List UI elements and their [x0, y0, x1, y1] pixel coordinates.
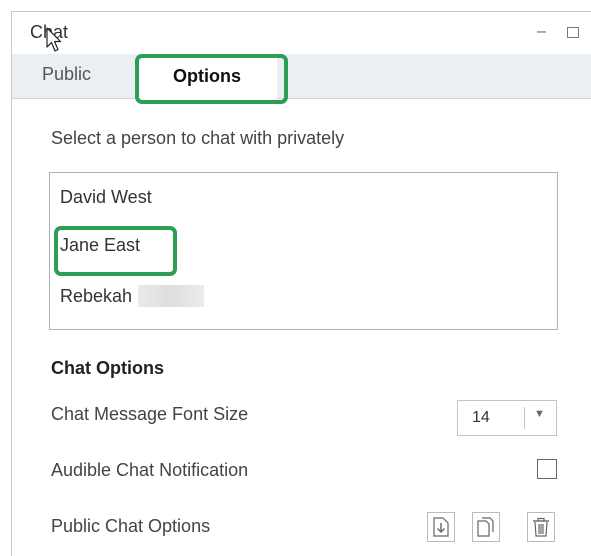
- font-size-label: Chat Message Font Size: [51, 404, 249, 424]
- chat-panel: Chat – Public Options Select a person to…: [11, 11, 591, 556]
- trash-icon: [533, 517, 549, 537]
- people-list[interactable]: David West Jane East Rebekah: [49, 172, 558, 330]
- tab-public[interactable]: Public: [42, 54, 91, 98]
- delete-chat-button[interactable]: [527, 512, 555, 542]
- person-name: Rebekah: [60, 286, 133, 306]
- maximize-icon[interactable]: [567, 27, 579, 38]
- list-item-jane-east[interactable]: Jane East: [60, 235, 140, 256]
- select-divider: [524, 407, 525, 429]
- chat-options-heading: Chat Options: [51, 358, 164, 378]
- mouse-cursor-icon: [46, 27, 62, 52]
- save-icon: [433, 517, 449, 537]
- copy-chat-button[interactable]: [472, 512, 500, 542]
- private-chat-prompt: Select a person to chat with privately: [51, 128, 345, 148]
- list-item-rebekah[interactable]: Rebekah: [60, 285, 205, 307]
- save-chat-button[interactable]: [427, 512, 455, 542]
- minimize-icon[interactable]: –: [537, 24, 546, 40]
- tab-options[interactable]: Options: [137, 56, 277, 100]
- audible-notification-label: Audible Chat Notification: [51, 460, 249, 480]
- list-item-david-west[interactable]: David West: [60, 187, 152, 208]
- copy-icon: [477, 517, 494, 537]
- chevron-down-icon[interactable]: ▼: [534, 408, 545, 420]
- public-chat-options-label: Public Chat Options: [51, 516, 211, 536]
- tab-bar: Public Options: [12, 54, 591, 100]
- audible-notification-checkbox[interactable]: [537, 459, 557, 479]
- font-size-value: 14: [472, 409, 490, 426]
- title-bar: Chat –: [12, 12, 591, 54]
- redacted-surname: [138, 285, 205, 307]
- font-size-select[interactable]: 14 ▼: [457, 400, 557, 436]
